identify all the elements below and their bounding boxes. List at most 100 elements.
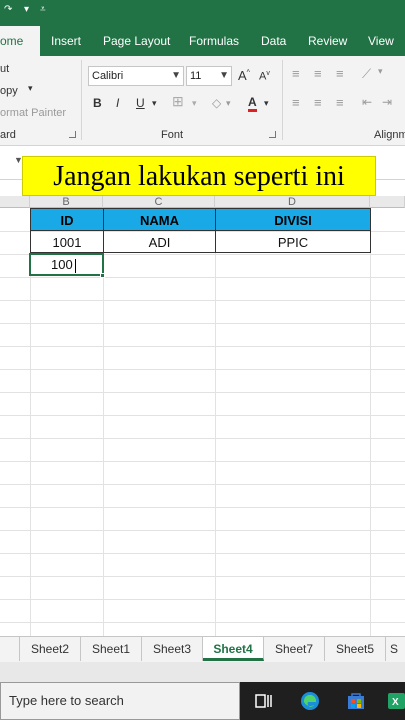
shrink-font-button[interactable]: Av xyxy=(259,70,270,83)
tab-data[interactable]: Data xyxy=(261,26,286,56)
gridline xyxy=(0,530,405,531)
gridline xyxy=(0,277,405,278)
gridline xyxy=(0,392,405,393)
tab-review[interactable]: Review xyxy=(308,26,347,56)
sheet-tab-sheet3[interactable]: Sheet3 xyxy=(142,637,203,661)
table-cell-id[interactable]: 1001 xyxy=(30,230,104,253)
ribbon-divider xyxy=(81,60,82,140)
align-top-icon[interactable]: ≡ xyxy=(292,66,300,81)
chevron-down-icon[interactable]: ▾ xyxy=(192,98,197,109)
gridline xyxy=(215,208,216,636)
chevron-down-icon[interactable]: ▾ xyxy=(378,66,383,77)
chevron-down-icon: ▼ xyxy=(219,70,229,81)
chevron-down-icon: ▼ xyxy=(171,70,181,81)
chevron-down-icon[interactable]: ▾ xyxy=(24,4,29,15)
edge-browser-icon[interactable] xyxy=(299,690,321,712)
grow-font-button[interactable]: A^ xyxy=(238,68,250,83)
worksheet-grid[interactable]: B C D ID NAMA DIVISI 1001 ADI PPIC 100 xyxy=(0,196,405,636)
annotation-banner: Jangan lakukan seperti ini xyxy=(22,156,376,196)
orientation-icon[interactable]: ⟋ xyxy=(362,66,371,82)
column-header-d[interactable]: D xyxy=(215,196,370,208)
sheet-tab-sheet7[interactable]: Sheet7 xyxy=(264,637,325,661)
annotation-banner-text: Jangan lakukan seperti ini xyxy=(53,161,345,192)
column-header-e[interactable] xyxy=(370,196,405,208)
sheet-tab-sheet2[interactable]: Sheet2 xyxy=(20,637,81,661)
sheet-tab-sheet5[interactable]: Sheet5 xyxy=(325,637,386,661)
table-header-divisi[interactable]: DIVISI xyxy=(215,208,371,231)
gridline xyxy=(0,484,405,485)
svg-text:X: X xyxy=(392,697,399,708)
sheet-tab-sheet4[interactable]: Sheet4 xyxy=(203,637,264,661)
font-group-label: Font xyxy=(161,129,184,141)
gridline xyxy=(0,323,405,324)
align-center-icon[interactable]: ≡ xyxy=(314,95,322,110)
sheet-tab-bar: Sheet2 Sheet1 Sheet3 Sheet4 Sheet7 Sheet… xyxy=(0,636,405,662)
ribbon-divider xyxy=(282,60,283,140)
gridline xyxy=(0,576,405,577)
select-all-corner[interactable] xyxy=(0,196,30,208)
chevron-down-icon[interactable]: ▾ xyxy=(152,98,157,109)
italic-button[interactable]: I xyxy=(116,96,119,110)
font-name-value: Calibri xyxy=(92,70,124,82)
increase-indent-icon[interactable]: ⇥ xyxy=(382,95,392,109)
align-right-icon[interactable]: ≡ xyxy=(336,95,344,110)
active-cell[interactable]: 100 xyxy=(29,253,104,276)
gridline xyxy=(0,438,405,439)
fill-handle[interactable] xyxy=(100,273,105,278)
copy-button[interactable]: opy xyxy=(0,85,18,97)
status-bar xyxy=(0,662,405,682)
chevron-down-icon[interactable]: ▾ xyxy=(28,83,33,94)
align-left-icon[interactable]: ≡ xyxy=(292,95,300,110)
store-icon[interactable] xyxy=(345,690,367,712)
column-header-b[interactable]: B xyxy=(30,196,103,208)
bold-button[interactable]: B xyxy=(93,96,102,110)
gridline xyxy=(0,369,405,370)
alignment-group-label: Alignm xyxy=(374,129,405,141)
borders-icon[interactable]: ⊞ xyxy=(172,93,184,110)
task-view-icon[interactable] xyxy=(253,690,275,712)
format-painter-button[interactable]: ormat Painter xyxy=(0,107,66,119)
align-middle-icon[interactable]: ≡ xyxy=(314,66,322,81)
table-header-nama[interactable]: NAMA xyxy=(103,208,216,231)
column-header-c[interactable]: C xyxy=(103,196,215,208)
title-bar: ↷ ▾ ⩡ xyxy=(0,0,405,26)
sheet-tab-sheet1[interactable]: Sheet1 xyxy=(81,637,142,661)
align-bottom-icon[interactable]: ≡ xyxy=(336,66,344,81)
customize-quick-access-icon[interactable]: ⩡ xyxy=(40,4,46,15)
gridline xyxy=(0,300,405,301)
tab-view[interactable]: View xyxy=(368,26,394,56)
ribbon-tabs: ome Insert Page Layout Formulas Data Rev… xyxy=(0,26,405,56)
table-cell-divisi[interactable]: PPIC xyxy=(215,230,371,253)
chevron-down-icon[interactable]: ▾ xyxy=(226,98,231,109)
table-header-id[interactable]: ID xyxy=(30,208,104,231)
sheet-tab-partial[interactable]: S xyxy=(386,637,405,661)
dialog-launcher-icon[interactable] xyxy=(69,131,76,138)
table-cell-nama[interactable]: ADI xyxy=(103,230,216,253)
gridline xyxy=(0,461,405,462)
text-cursor xyxy=(74,258,76,273)
tab-insert[interactable]: Insert xyxy=(51,26,81,56)
clipboard-group-label: ard xyxy=(0,129,16,141)
font-color-button[interactable]: A xyxy=(248,96,257,112)
taskbar-search-input[interactable]: Type here to search xyxy=(0,682,240,720)
gridline xyxy=(0,622,405,623)
gridline xyxy=(0,553,405,554)
chevron-down-icon[interactable]: ▾ xyxy=(264,98,269,109)
font-name-combo[interactable]: Calibri ▼ xyxy=(88,66,184,86)
excel-icon[interactable]: X xyxy=(386,690,405,712)
tab-page-layout[interactable]: Page Layout xyxy=(103,26,170,56)
tab-formulas[interactable]: Formulas xyxy=(189,26,239,56)
font-size-combo[interactable]: 11 ▼ xyxy=(186,66,232,86)
cut-button[interactable]: ut xyxy=(0,63,9,75)
sheet-nav[interactable] xyxy=(0,637,20,661)
taskbar: Type here to search X xyxy=(0,682,405,720)
redo-icon[interactable]: ↷ xyxy=(4,4,12,15)
dialog-launcher-icon[interactable] xyxy=(269,131,276,138)
tab-home[interactable]: ome xyxy=(0,26,40,56)
fill-color-icon[interactable]: ◇ xyxy=(212,96,221,110)
underline-button[interactable]: U xyxy=(136,96,145,110)
gridline xyxy=(0,415,405,416)
decrease-indent-icon[interactable]: ⇤ xyxy=(362,95,372,109)
gridline xyxy=(0,599,405,600)
gridline xyxy=(0,346,405,347)
